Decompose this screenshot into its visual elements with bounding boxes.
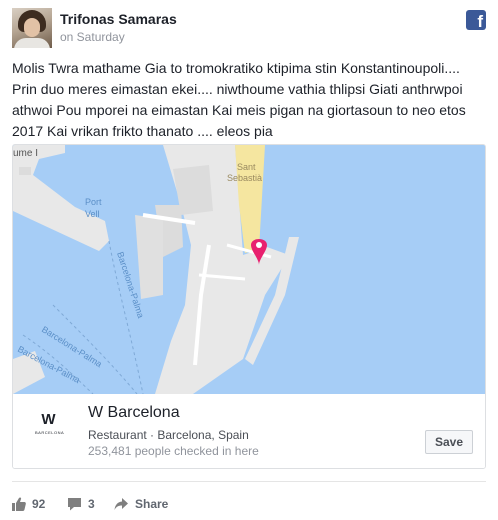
post-header: Trifonas Samaras on Saturday f — [12, 8, 486, 48]
like-count: 92 — [32, 497, 46, 511]
comment-count: 3 — [88, 497, 95, 511]
thumbs-up-icon — [12, 497, 26, 511]
map-canvas: ume I Port Vell Sant Sebastià Barcelona-… — [13, 145, 485, 394]
avatar-face — [24, 18, 40, 37]
facebook-icon[interactable]: f — [466, 10, 486, 30]
comment-icon — [68, 498, 81, 511]
avatar-shirt — [14, 38, 50, 48]
map-label: ume I — [13, 148, 38, 159]
place-logo: W BARCELONA — [35, 411, 65, 436]
map-label: Sebastià — [227, 173, 262, 183]
map-label: Sant — [237, 162, 256, 172]
logo-sub: BARCELONA — [35, 430, 65, 435]
map[interactable]: ume I Port Vell Sant Sebastià Barcelona-… — [13, 145, 485, 394]
author-avatar[interactable] — [12, 8, 52, 48]
author-name[interactable]: Trifonas Samaras — [60, 11, 177, 27]
share-icon — [114, 498, 128, 510]
save-button[interactable]: Save — [424, 430, 473, 454]
map-label: Port — [85, 197, 102, 207]
divider — [12, 481, 486, 482]
place-info: W BARCELONA W Barcelona Restaurant · Bar… — [13, 394, 485, 468]
share-label: Share — [135, 497, 169, 511]
place-category: Restaurant · Barcelona, Spain — [88, 428, 249, 442]
share-action[interactable]: Share — [114, 494, 168, 514]
place-name[interactable]: W Barcelona — [88, 404, 180, 422]
like-action[interactable]: 92 — [12, 494, 45, 514]
comment-action[interactable]: 3 — [67, 494, 95, 514]
place-card[interactable]: ume I Port Vell Sant Sebastià Barcelona-… — [12, 144, 486, 469]
map-label: Vell — [85, 209, 100, 219]
building — [19, 167, 31, 175]
post-timestamp[interactable]: on Saturday — [60, 30, 125, 44]
logo-letter: W — [41, 411, 57, 428]
post-text: Molis Twra mathame Gia to tromokratiko k… — [12, 60, 466, 139]
place-checkins: 253,481 people checked in here — [88, 444, 259, 458]
